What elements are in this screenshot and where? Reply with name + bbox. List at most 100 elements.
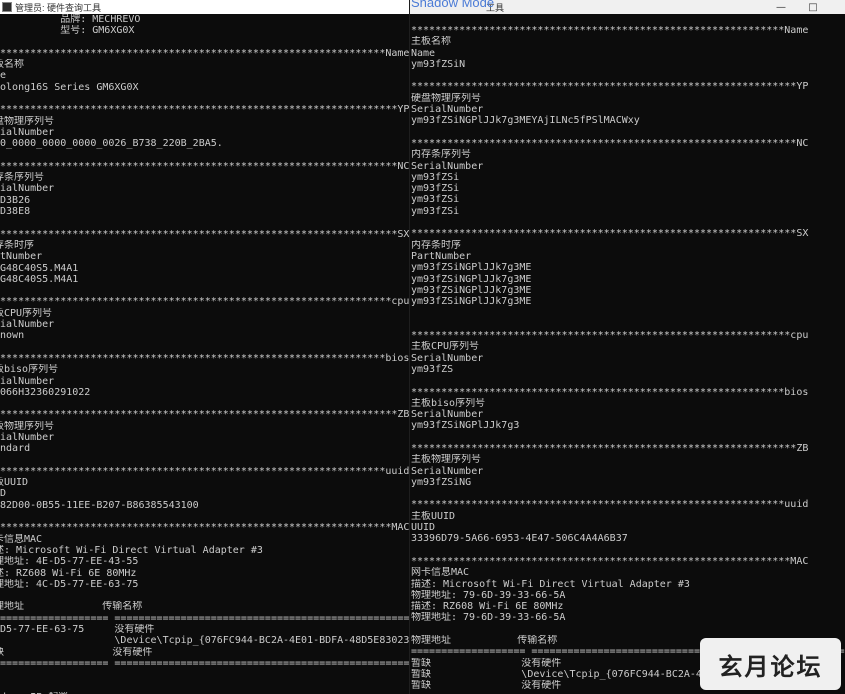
console-line: 9D38E8: [0, 206, 31, 218]
console-line: rtNumber: [0, 251, 43, 263]
right-title-bar[interactable]: Shadow Mode 工具 — □: [410, 0, 845, 14]
console-line: 内存条时序: [411, 239, 461, 251]
console-line: 物理地址: 79-6D-39-33-66-5A: [411, 612, 566, 624]
left-title-bar[interactable]: 管理员: 硬件查询工具: [0, 0, 409, 14]
console-line: 9D3B26: [0, 194, 31, 206]
console-line: 述: Microsoft Wi-Fi Direct Virtual Adapte…: [0, 544, 263, 556]
console-line: =================== ====================…: [0, 657, 409, 669]
console-line: ym93fZSiNGPlJJk7g3ME: [411, 273, 532, 285]
console-line: 主板CPU序列号: [411, 341, 480, 353]
console-line: ym93fZSiN: [411, 58, 466, 70]
console-line: 网卡信息MAC: [411, 567, 470, 579]
console-line: ym93fZSiNGPlJJk7g3: [411, 420, 520, 432]
console-line: ****************************************…: [411, 137, 809, 149]
console-line: rialNumber: [0, 183, 55, 195]
console-line: aolong16S Series GM6XG0X: [0, 81, 139, 93]
forum-watermark: 玄月论坛: [700, 638, 841, 690]
console-line: ****************************************…: [0, 352, 409, 364]
shadow-mode-label: Shadow Mode: [411, 0, 495, 10]
console-line: ym93fZSi: [411, 205, 460, 217]
console-line: ****************************************…: [0, 47, 409, 59]
console-line: 3066H32360291022: [0, 386, 91, 398]
console-line: SerialNumber: [411, 352, 484, 364]
console-line: known: [0, 330, 25, 342]
console-line: ****************************************…: [411, 386, 809, 398]
console-line: ****************************************…: [411, 330, 809, 342]
console-line: ****************************************…: [0, 160, 409, 172]
console-line: 板biso序列号: [0, 364, 59, 376]
console-line: 理地址: 4E-D5-77-EE-43-55: [0, 556, 139, 568]
console-line: 板UUID: [0, 477, 29, 489]
left-console-window[interactable]: 管理员: 硬件查询工具 品牌: MECHREVO 型号: GM6XG0X ****…: [0, 0, 409, 694]
left-console-output: 品牌: MECHREVO 型号: GM6XG0X ****************…: [0, 14, 409, 694]
console-line: 板名称: [0, 59, 24, 71]
console-line: PartNumber: [411, 250, 472, 262]
console-line: ym93fZSiNGPlJJk7g3MEYAjILNc5fPSlMACWxy: [411, 115, 640, 127]
console-line: 282D00-0B55-11EE-B207-B86385543100: [0, 499, 199, 511]
console-line: 主板UUID: [411, 510, 456, 522]
minimize-icon[interactable]: —: [768, 0, 794, 14]
console-line: 物理地址: 79-6D-39-33-66-5A: [411, 589, 566, 601]
console-line: ID: [0, 488, 7, 500]
console-line: ****************************************…: [411, 499, 809, 511]
console-line: 主板biso序列号: [411, 397, 486, 409]
console-line: 缺 没有硬件: [0, 646, 153, 658]
console-line: SerialNumber: [411, 104, 484, 116]
console-line: ****************************************…: [0, 104, 409, 116]
console-line: me: [0, 70, 7, 82]
console-line: \Device\Tcpip_{076FC944-BC2A-4E01-BDFA-4…: [0, 635, 409, 647]
console-line: ym93fZSiNGPlJJk7g3ME: [411, 262, 532, 274]
console-line: andard: [0, 443, 31, 455]
console-line: ****************************************…: [0, 228, 409, 240]
console-line: 型号: GM6XG0X: [0, 25, 135, 37]
console-line: 8G48C40S5.M4A1: [0, 273, 79, 285]
console-line: 板CPU序列号: [0, 307, 53, 319]
console-line: =================== ====================…: [0, 612, 409, 624]
console-line: 理地址 传输名称: [0, 601, 143, 613]
console-line: 主板名称: [411, 36, 451, 48]
console-line: 主板物理序列号: [411, 454, 481, 466]
console-line: ym93fZSi: [411, 194, 460, 206]
console-line: ym93fZSi: [411, 183, 460, 195]
console-line: ****************************************…: [0, 465, 409, 477]
console-line: Name: [411, 47, 436, 59]
console-line: SerialNumber: [411, 465, 484, 477]
console-line: 述: RZ608 Wi-Fi 6E 80MHz: [0, 567, 137, 579]
left-window-title: 管理员: 硬件查询工具: [15, 2, 102, 13]
console-line: 33396D79-5A66-6953-4E47-506C4A4A6B37: [411, 533, 628, 545]
console-line: 描述: Microsoft Wi-Fi Direct Virtual Adapt…: [411, 578, 690, 590]
console-line: 卡信息MAC: [0, 533, 43, 545]
maximize-icon[interactable]: □: [800, 0, 826, 14]
console-line: 理地址: 4C-D5-77-EE-63-75: [0, 578, 139, 590]
console-line: ym93fZS: [411, 363, 454, 375]
console-line: ym93fZSi: [411, 171, 460, 183]
console-line: SerialNumber: [411, 160, 484, 172]
console-line: rialNumber: [0, 319, 55, 331]
right-console-output: ****************************************…: [411, 25, 845, 692]
console-line: ****************************************…: [411, 555, 809, 567]
console-line: -D5-77-EE-63-75 没有硬件: [0, 624, 155, 636]
console-app-icon: [2, 2, 12, 12]
console-line: 板物理序列号: [0, 420, 54, 432]
console-line: UUID: [411, 522, 436, 534]
console-line: 盘物理序列号: [0, 115, 54, 127]
console-line: rialNumber: [0, 431, 55, 443]
console-line: ****************************************…: [411, 442, 809, 454]
right-console-window[interactable]: Shadow Mode 工具 — □ *********************…: [409, 0, 845, 694]
console-line: ym93fZSiNG: [411, 476, 472, 488]
console-line: 00_0000_0000_0000_0026_B738_220B_2BA5.: [0, 138, 223, 150]
console-line: rialNumber: [0, 126, 55, 138]
